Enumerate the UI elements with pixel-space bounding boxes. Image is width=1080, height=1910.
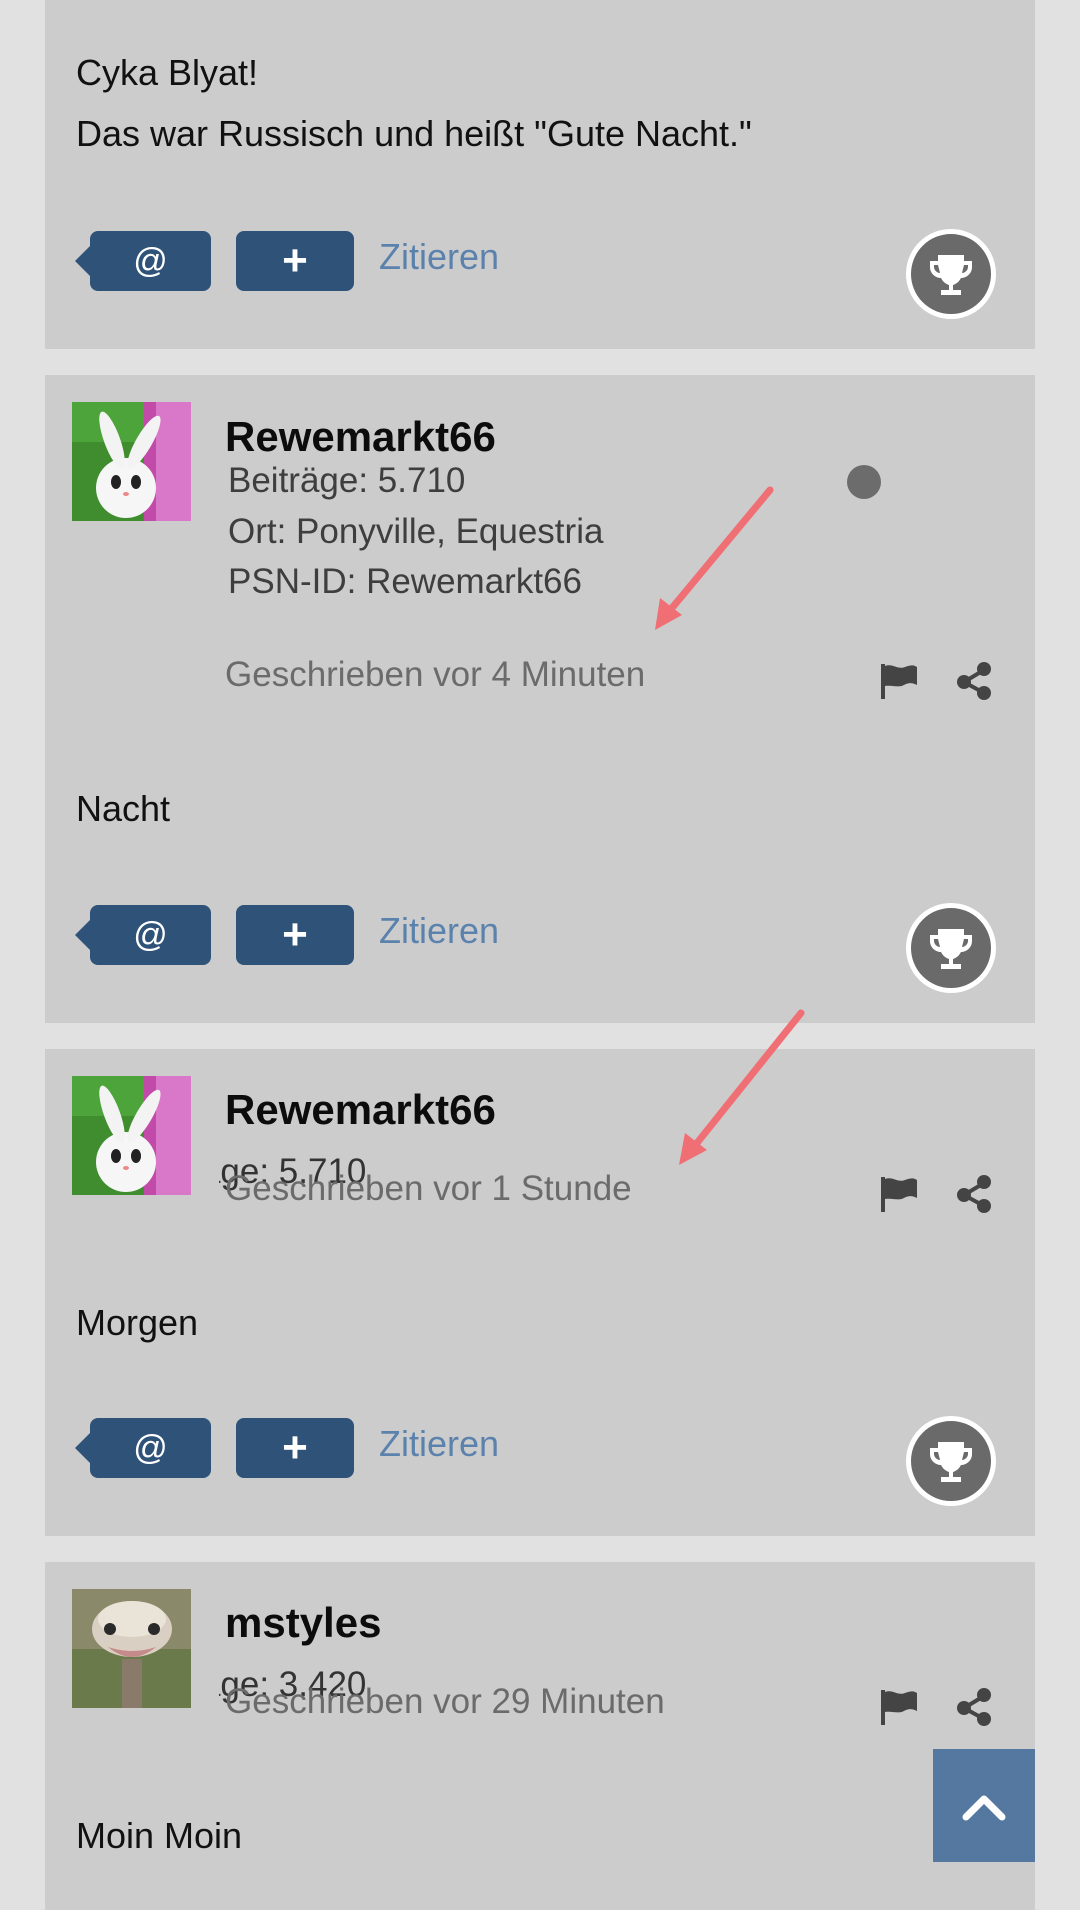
- username[interactable]: mstyles: [225, 1599, 381, 1647]
- mention-button[interactable]: @: [75, 1418, 211, 1478]
- annotation-arrow: [679, 1009, 805, 1165]
- annotation-arrow: [655, 486, 774, 630]
- share-icon[interactable]: [955, 661, 993, 701]
- username[interactable]: Rewemarkt66: [225, 1086, 496, 1134]
- quote-link[interactable]: Zitieren: [379, 910, 499, 952]
- post-card: Rewemarkt66 Beiträge: 5.710 Geschrieben …: [45, 1049, 1035, 1536]
- flag-icon[interactable]: [879, 661, 919, 701]
- post-card: Rewemarkt66 Beiträge: 5.710 Ort: Ponyvil…: [45, 375, 1035, 1023]
- post-text: Moin Moin: [76, 1815, 243, 1856]
- post-text-line: Cyka Blyat!: [76, 52, 259, 93]
- share-icon[interactable]: [955, 1687, 993, 1727]
- location: Ort: Ponyville, Equestria: [228, 512, 604, 551]
- psn-id: PSN-ID: Rewemarkt66: [228, 562, 582, 601]
- post-count: Beiträge: 5.710: [228, 461, 466, 500]
- trophy-icon[interactable]: [906, 1416, 996, 1506]
- trophy-icon[interactable]: [906, 229, 996, 319]
- mention-button[interactable]: @: [75, 231, 211, 291]
- scroll-to-top-button[interactable]: [933, 1749, 1035, 1862]
- share-icon[interactable]: [955, 1174, 993, 1214]
- post-timestamp[interactable]: Geschrieben vor 1 Stunde: [225, 1169, 632, 1209]
- flag-icon[interactable]: [879, 1174, 919, 1214]
- post-card: mstyles Beiträge: 3.420 Geschrieben vor …: [45, 1562, 1035, 1910]
- post-text: Nacht: [76, 788, 171, 829]
- quote-link[interactable]: Zitieren: [379, 236, 499, 278]
- chevron-up-icon: [962, 1795, 1006, 1820]
- status-dot-icon: [847, 465, 881, 499]
- post-timestamp[interactable]: Geschrieben vor 4 Minuten: [225, 655, 645, 695]
- avatar[interactable]: [72, 1589, 191, 1708]
- flag-icon[interactable]: [879, 1687, 919, 1727]
- quote-link[interactable]: Zitieren: [379, 1423, 499, 1465]
- username[interactable]: Rewemarkt66: [225, 413, 496, 461]
- avatar[interactable]: [72, 1076, 191, 1195]
- trophy-icon[interactable]: [906, 903, 996, 993]
- post-text: Morgen: [76, 1302, 199, 1343]
- post-text-line: Das war Russisch und heißt "Gute Nacht.": [76, 113, 752, 154]
- add-button[interactable]: +: [236, 1418, 354, 1478]
- add-button[interactable]: +: [236, 905, 354, 965]
- add-button[interactable]: +: [236, 231, 354, 291]
- mention-button[interactable]: @: [75, 905, 211, 965]
- post-timestamp[interactable]: Geschrieben vor 29 Minuten: [225, 1682, 665, 1722]
- post-card: Cyka Blyat! Das war Russisch und heißt "…: [45, 0, 1035, 349]
- avatar[interactable]: [72, 402, 191, 521]
